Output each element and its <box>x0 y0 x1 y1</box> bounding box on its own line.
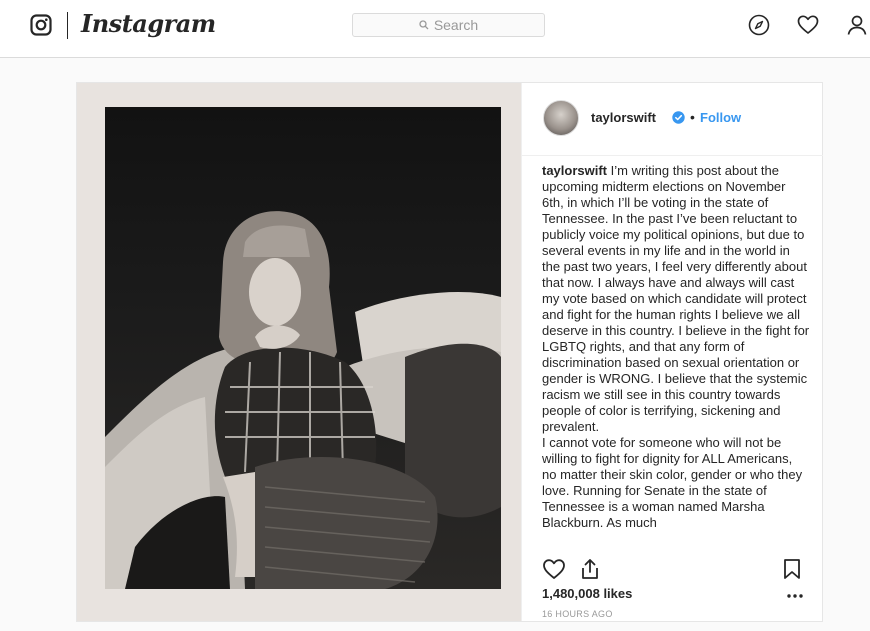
post-username[interactable]: taylorswift <box>591 110 656 125</box>
heart-icon[interactable] <box>797 14 819 36</box>
logo-divider <box>67 12 68 39</box>
post-sidebar: taylorswift • Follow taylorswift I’m wri… <box>521 83 823 621</box>
search-icon <box>419 17 434 33</box>
instagram-wordmark[interactable]: Instagram <box>81 9 216 38</box>
verified-badge-icon <box>672 111 685 124</box>
post-photo[interactable] <box>77 83 521 621</box>
caption-username[interactable]: taylorswift <box>542 163 607 178</box>
follow-button[interactable]: Follow <box>700 110 741 125</box>
photo-illustration <box>105 211 501 589</box>
likes-count[interactable]: 1,480,008 likes <box>542 586 632 601</box>
post-timestamp: 16 HOURS AGO <box>542 609 613 619</box>
more-options-icon[interactable] <box>785 588 805 598</box>
avatar[interactable] <box>543 100 579 136</box>
post-card: taylorswift • Follow taylorswift I’m wri… <box>76 82 823 622</box>
compass-icon[interactable] <box>748 14 770 36</box>
caption-text: I’m writing this post about the upcoming… <box>542 163 810 530</box>
share-icon[interactable] <box>578 557 602 581</box>
like-heart-icon[interactable] <box>542 557 566 581</box>
search-placeholder: Search <box>433 17 479 33</box>
top-navigation: Instagram Search <box>0 0 870 58</box>
separator-dot: • <box>690 109 695 125</box>
search-input[interactable]: Search <box>352 13 545 37</box>
profile-icon[interactable] <box>846 14 868 36</box>
post-header: taylorswift • Follow <box>522 83 823 156</box>
post-caption: taylorswift I’m writing this post about … <box>542 163 810 547</box>
instagram-glyph-icon[interactable] <box>30 14 52 36</box>
post-actions <box>522 553 823 583</box>
bookmark-icon[interactable] <box>780 557 804 581</box>
polaroid-photo <box>105 107 501 589</box>
